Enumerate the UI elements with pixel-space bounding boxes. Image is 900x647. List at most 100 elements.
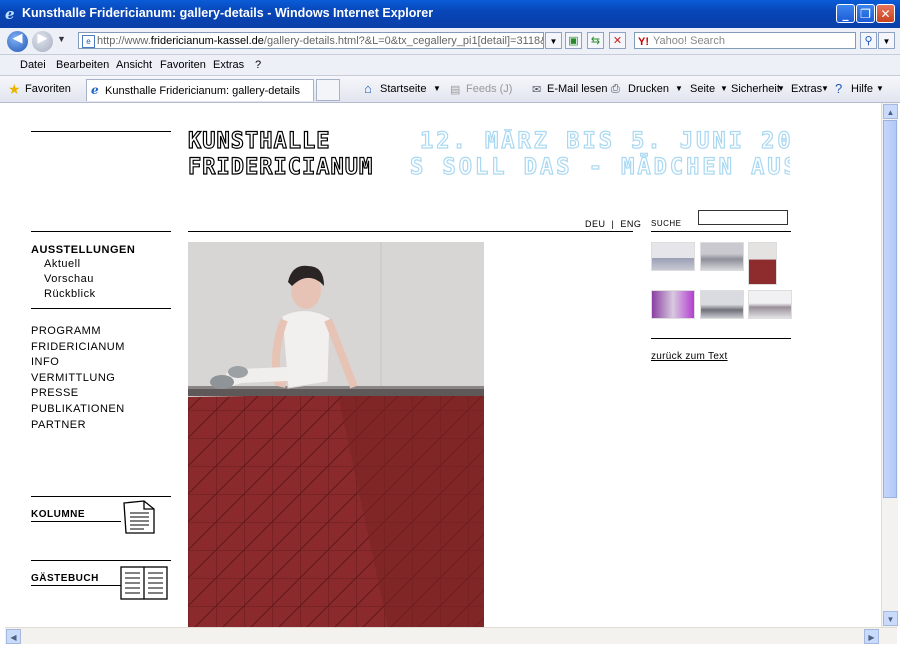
email-button[interactable]: E-Mail lesen <box>547 83 608 95</box>
url-path: /gallery-details.html?&L=0&tx_cegallery_… <box>263 35 543 47</box>
thumbnail-grid <box>651 242 797 320</box>
window-title: Kunsthalle Fridericianum: gallery-detail… <box>22 6 434 20</box>
url-domain: fridericianum-kassel.de <box>150 35 264 47</box>
scroll-up-button[interactable]: ▲ <box>883 104 898 119</box>
nav-vermittlung[interactable]: VERMITTLUNG <box>31 371 125 387</box>
search-placeholder: Yahoo! Search <box>653 35 725 47</box>
title-bar: e Kunsthalle Fridericianum: gallery-deta… <box>0 0 900 28</box>
print-button[interactable]: Drucken <box>628 83 669 95</box>
nav-main-list: PROGRAMM FRIDERICIANUM INFO VERMITTLUNG … <box>31 324 125 433</box>
sicherheit-menu[interactable]: Sicherheit <box>731 83 780 95</box>
mail-icon: ✉ <box>532 84 542 96</box>
nav-presse[interactable]: PRESSE <box>31 386 125 402</box>
scroll-down-button[interactable]: ▼ <box>883 611 898 626</box>
thumbnail-3-selected[interactable] <box>748 242 777 285</box>
lang-deu-link[interactable]: DEU <box>585 219 606 229</box>
star-icon: ★ <box>8 81 21 97</box>
yahoo-icon: Y! <box>638 36 649 48</box>
maximize-button[interactable]: ❐ <box>856 4 875 23</box>
tab-title: Kunsthalle Fridericianum: gallery-detail… <box>105 85 301 97</box>
divider <box>31 308 171 309</box>
search-go-icon[interactable]: ⚲ <box>860 32 877 49</box>
tab-page-icon: e <box>91 83 99 97</box>
scroll-left-button[interactable]: ◀ <box>6 629 21 644</box>
url-prefix: http://www. <box>97 35 151 47</box>
scroll-thumb[interactable] <box>883 120 897 498</box>
divider <box>188 231 633 232</box>
url-dropdown-button[interactable]: ▼ <box>545 32 562 49</box>
menu-ansicht[interactable]: Ansicht <box>116 59 152 71</box>
compatibility-icon[interactable]: ▣ <box>565 32 582 49</box>
divider <box>651 338 791 339</box>
minimize-button[interactable]: _ <box>836 4 855 23</box>
ticker-line-1: 12. MÄRZ BIS 5. JUNI 2011 <box>419 129 790 155</box>
new-tab-button[interactable] <box>316 79 340 101</box>
feeds-button[interactable]: Feeds (J) <box>466 83 512 95</box>
seite-menu[interactable]: Seite <box>690 83 715 95</box>
open-book-icon <box>120 566 168 600</box>
site-logo[interactable]: KUNSTHALLE FRIDERICIANUM <box>187 128 374 181</box>
divider <box>31 560 171 561</box>
horizontal-scrollbar[interactable]: ◀ ▶ <box>5 627 897 644</box>
logo-line-1: KUNSTHALLE <box>187 128 331 154</box>
forward-button[interactable]: ▶ <box>32 31 53 52</box>
nav-info[interactable]: INFO <box>31 355 125 371</box>
favorites-bar: ★ Favoriten e Kunsthalle Fridericianum: … <box>0 76 900 103</box>
menu-favoriten[interactable]: Favoriten <box>160 59 206 71</box>
startseite-button[interactable]: Startseite <box>380 83 426 95</box>
divider <box>31 496 171 497</box>
nav-aktuell[interactable]: Aktuell <box>44 257 96 272</box>
menu-bearbeiten[interactable]: Bearbeiten <box>56 59 109 71</box>
back-to-text-link[interactable]: zurück zum Text <box>651 351 728 362</box>
site-search-input[interactable] <box>698 210 788 225</box>
divider <box>651 231 791 232</box>
back-button[interactable]: ◀ <box>7 31 28 52</box>
nav-partner[interactable]: PARTNER <box>31 418 125 434</box>
nav-fridericianum[interactable]: FRIDERICIANUM <box>31 340 125 356</box>
stop-icon[interactable]: ✕ <box>609 32 626 49</box>
url-input[interactable]: e http://www.fridericianum-kassel.de/gal… <box>78 32 544 49</box>
history-dropdown-icon[interactable]: ▼ <box>57 34 66 44</box>
nav-programm[interactable]: PROGRAMM <box>31 324 125 340</box>
active-tab[interactable]: e Kunsthalle Fridericianum: gallery-deta… <box>86 79 314 101</box>
logo-line-2: FRIDERICIANUM <box>187 154 374 180</box>
divider <box>31 131 171 132</box>
search-options-icon[interactable]: ▼ <box>878 32 895 49</box>
menu-datei[interactable]: Datei <box>20 59 46 71</box>
home-icon: ⌂ <box>364 81 372 96</box>
address-bar: ◀ ▶ ▼ e http://www.fridericianum-kassel.… <box>0 28 900 55</box>
nav-sub-list: Aktuell Vorschau Rückblick <box>44 257 96 302</box>
extras-dropdown-icon: ▼ <box>821 84 829 93</box>
print-icon: ⎙ <box>611 83 620 95</box>
help-dropdown-icon: ▼ <box>876 84 884 93</box>
print-dropdown-icon[interactable]: ▼ <box>675 84 683 93</box>
ticker-line-2: S SOLL DAS - MÄDCHEN AUS <box>410 154 790 180</box>
menu-help[interactable]: ? <box>255 59 261 71</box>
help-menu[interactable]: Hilfe <box>851 83 873 95</box>
nav-publikationen[interactable]: PUBLIKATIONEN <box>31 402 125 418</box>
divider <box>31 585 121 586</box>
gallery-main-image <box>188 242 484 627</box>
language-switch: DEU | ENG <box>585 219 641 229</box>
search-input[interactable]: Y! Yahoo! Search <box>634 32 856 49</box>
thumbnail-6[interactable] <box>748 290 792 319</box>
thumbnail-1[interactable] <box>651 242 695 271</box>
nav-rueckblick[interactable]: Rückblick <box>44 287 96 302</box>
thumbnail-4[interactable] <box>651 290 695 319</box>
lang-eng-link[interactable]: ENG <box>620 219 641 229</box>
close-button[interactable]: ✕ <box>876 4 895 23</box>
lang-separator: | <box>611 219 615 229</box>
sicherheit-dropdown-icon: ▼ <box>777 84 785 93</box>
scroll-right-button[interactable]: ▶ <box>864 629 879 644</box>
menu-extras[interactable]: Extras <box>213 59 244 71</box>
refresh-icon[interactable]: ⇆ <box>587 32 604 49</box>
nav-vorschau[interactable]: Vorschau <box>44 272 96 287</box>
help-icon: ? <box>835 81 843 96</box>
divider <box>31 231 171 232</box>
favorites-button[interactable]: Favoriten <box>25 83 71 95</box>
startseite-dropdown-icon[interactable]: ▼ <box>433 84 441 93</box>
extras-menu[interactable]: Extras <box>791 83 822 95</box>
thumbnail-2[interactable] <box>700 242 744 271</box>
thumbnail-5[interactable] <box>700 290 744 319</box>
vertical-scrollbar[interactable]: ▲ ▼ <box>881 103 898 627</box>
